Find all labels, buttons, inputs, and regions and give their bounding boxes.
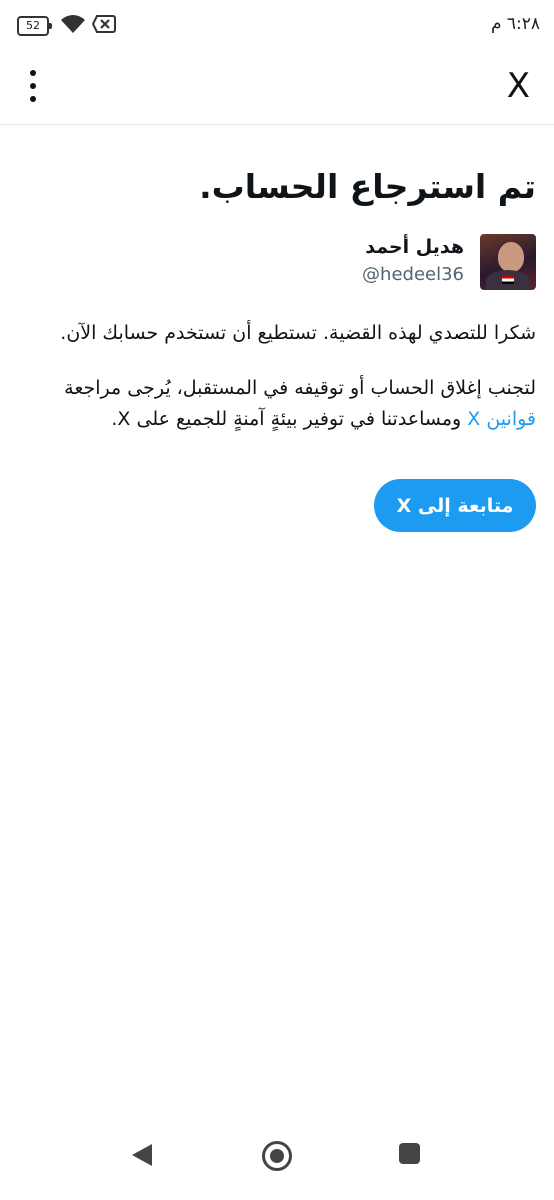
no-signal-icon — [92, 15, 116, 33]
user-handle: @hedeel36 — [362, 264, 464, 285]
top-app-bar: X — [0, 52, 554, 125]
rules-paragraph: لتجنب إغلاق الحساب أو توقيفه في المستقبل… — [20, 373, 536, 435]
clock: ٦:٢٨ م — [490, 14, 540, 34]
status-bar: 52 ٦:٢٨ م — [0, 0, 554, 52]
back-icon[interactable] — [132, 1144, 152, 1166]
battery-icon: 52 — [17, 16, 52, 36]
recent-apps-icon[interactable] — [399, 1143, 420, 1164]
system-nav-bar — [0, 1130, 554, 1200]
more-vertical-icon[interactable] — [22, 68, 44, 104]
rules-link[interactable]: قوانين X — [467, 408, 536, 430]
info-paragraph: شكرا للتصدي لهذه القضية. تستطيع أن تستخد… — [60, 322, 536, 344]
wifi-icon — [61, 15, 85, 33]
home-icon[interactable] — [262, 1141, 292, 1171]
rules-text-end: ومساعدتنا في توفير بيئةٍ آمنةٍ للجميع عل… — [111, 408, 462, 430]
rules-text-start: لتجنب إغلاق الحساب أو توقيفه في المستقبل… — [64, 377, 536, 399]
close-button[interactable]: X — [507, 66, 530, 106]
user-name: هديل أحمد — [365, 236, 464, 258]
page-title: تم استرجاع الحساب. — [199, 167, 536, 206]
continue-button[interactable]: متابعة إلى X — [374, 479, 536, 532]
battery-level: 52 — [26, 19, 40, 32]
main-content: تم استرجاع الحساب. هديل أحمد @hedeel36 ش… — [20, 150, 536, 454]
user-card: هديل أحمد @hedeel36 — [20, 234, 536, 294]
avatar — [480, 234, 536, 290]
